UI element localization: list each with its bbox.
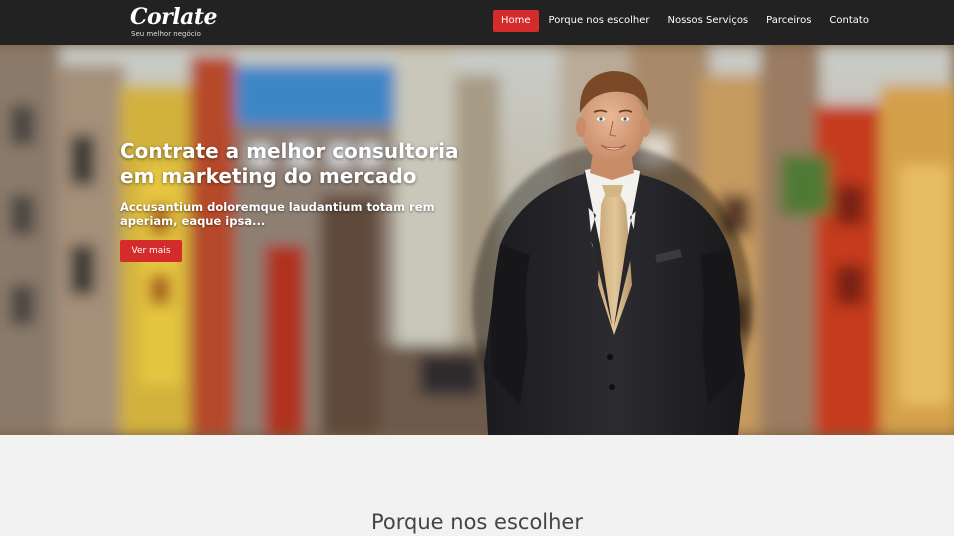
section-title-porque-nos-escolher: Porque nos escolher: [371, 510, 583, 534]
hero-title: Contrate a melhor consultoria em marketi…: [120, 139, 459, 188]
brand-tagline: Seu melhor negócio: [131, 30, 201, 38]
nav-item-porque-nos-escolher[interactable]: Porque nos escolher: [541, 10, 658, 32]
hero-subtitle: Accusantium doloremque laudantium totam …: [120, 200, 435, 228]
main-nav: Home Porque nos escolher Nossos Serviços…: [493, 10, 879, 32]
hero-banner: Contrate a melhor consultoria em marketi…: [0, 45, 954, 435]
nav-item-contato[interactable]: Contato: [821, 10, 877, 32]
ver-mais-button[interactable]: Ver mais: [120, 240, 182, 262]
top-navbar: Corlate Seu melhor negócio Home Porque n…: [0, 0, 954, 45]
nav-item-nossos-servicos[interactable]: Nossos Serviços: [659, 10, 756, 32]
brand-logo[interactable]: Corlate Seu melhor negócio: [130, 4, 218, 40]
nav-item-home[interactable]: Home: [493, 10, 539, 32]
brand-name: Corlate: [130, 4, 218, 30]
nav-item-parceiros[interactable]: Parceiros: [758, 10, 819, 32]
